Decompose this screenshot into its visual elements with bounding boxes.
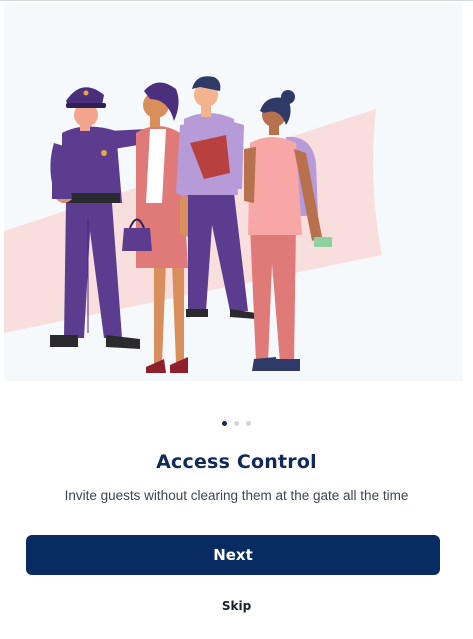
- page-dot[interactable]: [234, 421, 239, 426]
- onboarding-illustration: [4, 3, 463, 381]
- page-dot-active[interactable]: [222, 421, 227, 426]
- page-dot[interactable]: [246, 421, 251, 426]
- skip-link[interactable]: Skip: [0, 599, 473, 613]
- next-button[interactable]: Next: [26, 535, 440, 575]
- onboarding-subtitle: Invite guests without clearing them at t…: [64, 488, 409, 503]
- page-indicator: [0, 421, 473, 426]
- onboarding-screen: Access Control Invite guests without cle…: [0, 0, 473, 639]
- onboarding-title: Access Control: [156, 451, 317, 473]
